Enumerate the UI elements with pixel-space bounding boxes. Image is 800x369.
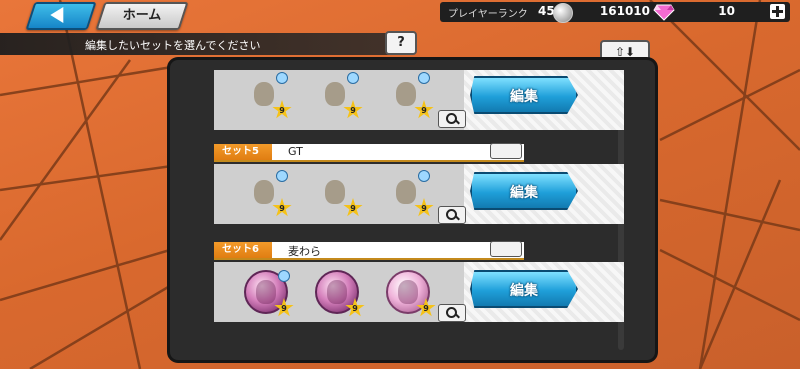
medal[interactable]: 9 xyxy=(244,170,292,217)
coin-icon xyxy=(553,3,573,23)
medal[interactable]: 9 xyxy=(386,170,434,217)
skill-icon xyxy=(347,72,359,84)
medal[interactable]: 9 xyxy=(244,72,292,119)
set-tag: セット5 xyxy=(214,144,272,160)
edit-button[interactable]: 編集 xyxy=(470,76,578,114)
medal[interactable]: 9 xyxy=(386,270,436,317)
coin-count: 161010 xyxy=(599,4,650,18)
set-header: セット6 麦わら xyxy=(214,242,524,260)
rename-pencil-icon[interactable] xyxy=(490,241,522,257)
medal[interactable]: 9 xyxy=(315,270,365,317)
help-button[interactable]: ? xyxy=(385,31,417,55)
skill-icon xyxy=(278,270,290,282)
skill-icon xyxy=(418,72,430,84)
gem-icon xyxy=(653,4,675,21)
skill-icon xyxy=(276,72,288,84)
edit-button[interactable]: 編集 xyxy=(470,270,578,308)
back-arrow-icon xyxy=(50,7,64,23)
set-name: GT xyxy=(288,145,303,158)
instruction-text: 編集したいセットを選んでください xyxy=(85,39,261,52)
player-rank-label: プレイヤーランク xyxy=(448,9,528,20)
edit-button[interactable]: 編集 xyxy=(470,172,578,210)
medal[interactable]: 9 xyxy=(386,72,434,119)
add-gems-button[interactable] xyxy=(770,4,785,19)
gem-count: 10 xyxy=(718,4,735,18)
skill-icon xyxy=(276,170,288,182)
set-header: セット5 GT xyxy=(214,144,524,162)
zoom-icon[interactable] xyxy=(438,304,466,322)
medal[interactable]: 9 xyxy=(315,72,363,119)
home-button-label: ホーム xyxy=(122,8,162,23)
medal[interactable]: 9 xyxy=(315,172,363,217)
rename-pencil-icon[interactable] xyxy=(490,143,522,159)
back-button[interactable] xyxy=(25,2,97,30)
set-name: 麦わら xyxy=(288,245,321,258)
medal[interactable]: 9 xyxy=(244,270,294,317)
skill-icon xyxy=(418,170,430,182)
zoom-icon[interactable] xyxy=(438,110,466,128)
home-button[interactable]: ホーム xyxy=(95,2,189,30)
status-bar: プレイヤーランク 45 161010 10 xyxy=(440,2,790,23)
set-tag: セット6 xyxy=(214,242,272,258)
zoom-icon[interactable] xyxy=(438,206,466,224)
instruction-bar: 編集したいセットを選んでください xyxy=(0,33,410,55)
